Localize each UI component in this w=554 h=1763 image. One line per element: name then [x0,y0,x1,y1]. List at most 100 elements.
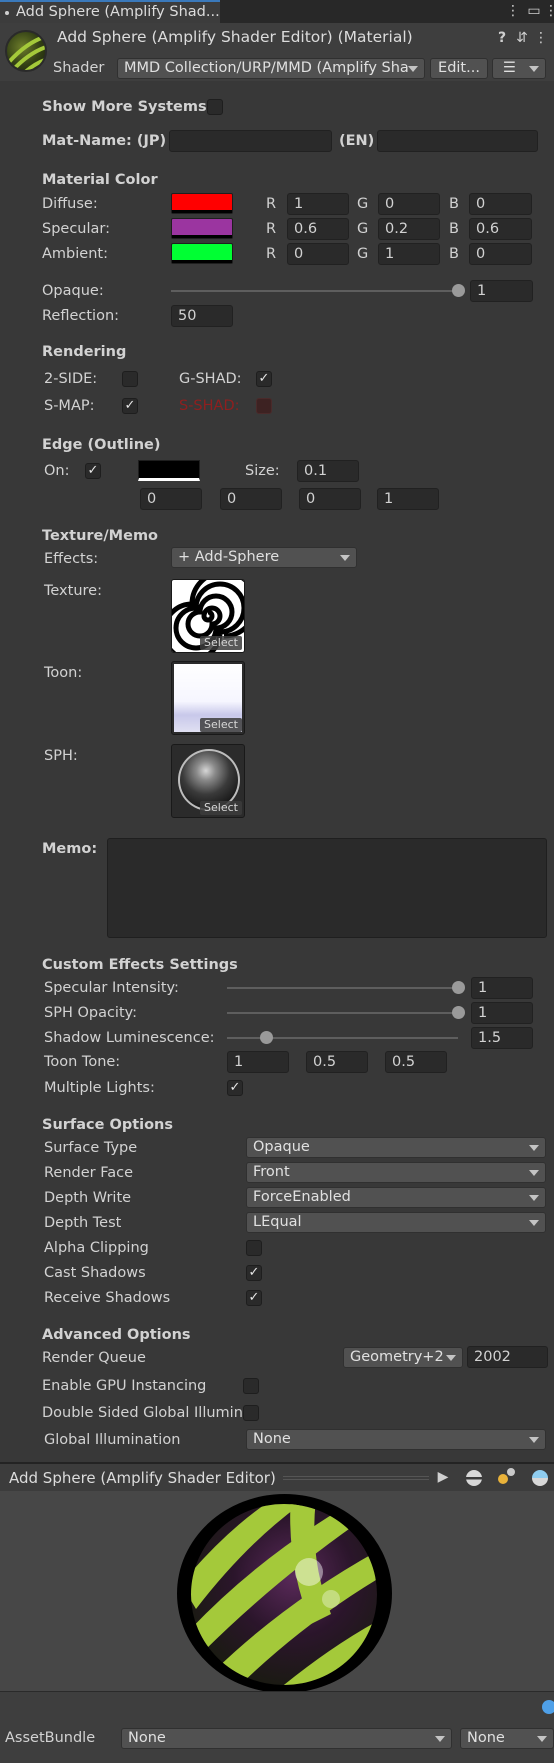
sph-select-button[interactable]: Select [200,801,242,815]
gpu-instancing-checkbox[interactable] [243,1378,259,1394]
shader-dropdown[interactable]: MMD Collection/URP/MMD (Amplify Sha [117,58,425,79]
footer-bar [0,1691,554,1763]
diffuse-r-field[interactable]: 1 [287,193,349,215]
sph-opacity-label: SPH Opacity: [44,1005,138,1021]
two-side-checkbox[interactable] [122,371,138,387]
mat-name-jp-field[interactable] [169,130,332,152]
edge-b-field[interactable]: 0 [299,488,361,510]
toon-slot[interactable]: Select [171,661,245,735]
tab-dot-icon [5,11,9,15]
g-label: G [357,196,369,212]
opaque-label: Opaque: [42,283,104,299]
sph-slot[interactable]: Select [171,744,245,818]
mat-name-en-field[interactable] [377,130,538,152]
play-icon[interactable]: ▶ [432,1466,454,1488]
memo-textarea[interactable] [107,838,547,938]
asset-variant-dropdown[interactable]: None [460,1728,554,1749]
opaque-slider-track[interactable] [171,290,458,292]
kebab-icon[interactable]: ⋮ [530,27,552,49]
show-more-systems-label: Show More Systems: [42,99,213,115]
sph-opacity-field[interactable]: 1 [471,1002,533,1024]
g-shad-checkbox[interactable]: ✓ [256,371,272,387]
edge-size-field[interactable]: 0.1 [297,460,359,482]
opaque-slider-thumb[interactable] [451,284,465,297]
diffuse-swatch[interactable] [171,193,233,214]
alpha-clipping-label: Alpha Clipping [44,1240,149,1256]
texture-select-button[interactable]: Select [200,636,242,650]
double-sided-gi-label: Double Sided Global Illumin [42,1405,243,1421]
preview-drag-bar[interactable] [283,1476,429,1480]
edge-a-field[interactable]: 1 [377,488,439,510]
shader-label: Shader [53,60,105,76]
global-illumination-label: Global Illumination [44,1432,181,1448]
reflection-field[interactable]: 50 [171,305,233,327]
ambient-label: Ambient: [42,246,108,262]
cast-shadows-checkbox[interactable]: ✓ [246,1265,262,1281]
depth-write-dropdown[interactable]: ForceEnabled [246,1187,546,1208]
shadow-luminescence-slider-thumb[interactable] [259,1031,273,1044]
shader-menu-dropdown[interactable]: ☰ [492,58,546,79]
global-illumination-dropdown[interactable]: None [246,1429,546,1450]
edit-shader-button[interactable]: Edit... [430,58,488,79]
effects-dropdown[interactable]: + Add-Sphere [171,547,357,568]
inspector-tab[interactable]: Add Sphere (Amplify Shad... [0,0,220,23]
g-label: G [357,221,369,237]
opaque-field[interactable]: 1 [470,280,533,302]
b-label: B [449,221,459,237]
sphere-mesh-icon[interactable] [466,1470,482,1486]
toon-tone-z-field[interactable]: 0.5 [385,1051,447,1073]
shadow-luminescence-label: Shadow Luminescence: [44,1030,215,1046]
diffuse-b-field[interactable]: 0 [469,193,532,215]
toon-tone-label: Toon Tone: [44,1054,121,1070]
two-side-label: 2-SIDE: [44,371,98,387]
toon-label: Toon: [44,665,83,681]
ambient-r-field[interactable]: 0 [287,243,349,265]
receive-shadows-checkbox[interactable]: ✓ [246,1290,262,1306]
texture-slot[interactable]: Select [171,579,245,653]
specular-intensity-field[interactable]: 1 [471,977,533,999]
render-face-dropdown[interactable]: Front [246,1162,546,1183]
memo-label: Memo: [42,841,98,857]
shadow-luminescence-field[interactable]: 1.5 [471,1027,533,1049]
ambient-g-field[interactable]: 1 [378,243,440,265]
specular-g-field[interactable]: 0.2 [378,218,440,240]
mat-name-en-label: (EN) [339,133,375,149]
specular-intensity-slider-thumb[interactable] [451,981,465,994]
toon-tone-y-field[interactable]: 0.5 [306,1051,368,1073]
edge-g-field[interactable]: 0 [220,488,282,510]
render-queue-dropdown[interactable]: Geometry+2 [343,1347,463,1368]
toon-select-button[interactable]: Select [200,718,242,732]
receive-shadows-label: Receive Shadows [44,1290,171,1306]
preview-background-icon[interactable] [532,1470,548,1486]
edge-r-field[interactable]: 0 [140,488,202,510]
asset-bundle-badge-icon [542,1700,554,1714]
sph-label: SPH: [44,748,78,764]
asset-bundle-dropdown[interactable]: None [121,1728,452,1749]
g-shad-label: G-SHAD: [179,371,242,387]
ambient-b-field[interactable]: 0 [469,243,532,265]
ambient-swatch[interactable] [171,243,233,264]
s-map-checkbox[interactable]: ✓ [122,398,138,414]
specular-r-field[interactable]: 0.6 [287,218,349,240]
render-queue-field[interactable]: 2002 [467,1346,548,1368]
edge-color-swatch[interactable] [138,460,200,481]
more-menu-icon[interactable]: ⋮ [502,0,524,22]
specular-b-field[interactable]: 0.6 [469,218,532,240]
surface-type-dropdown[interactable]: Opaque [246,1137,546,1158]
depth-test-dropdown[interactable]: LEqual [246,1212,546,1233]
alpha-clipping-checkbox[interactable] [246,1240,262,1256]
toon-tone-x-field[interactable]: 1 [227,1051,289,1073]
specular-intensity-slider-track[interactable] [227,987,458,989]
help-icon[interactable]: ? [491,27,513,49]
show-more-systems-checkbox[interactable] [207,99,223,115]
sph-opacity-slider-thumb[interactable] [451,1006,465,1019]
multiple-lights-checkbox[interactable]: ✓ [227,1080,243,1096]
sph-opacity-slider-track[interactable] [227,1012,458,1014]
b-label: B [449,246,459,262]
tab-more-icon[interactable]: ⋮ [540,0,554,22]
diffuse-g-field[interactable]: 0 [378,193,440,215]
edge-on-checkbox[interactable]: ✓ [85,463,101,479]
double-sided-gi-checkbox[interactable] [243,1405,259,1421]
lights-icon[interactable] [498,1468,516,1486]
specular-swatch[interactable] [171,218,233,239]
